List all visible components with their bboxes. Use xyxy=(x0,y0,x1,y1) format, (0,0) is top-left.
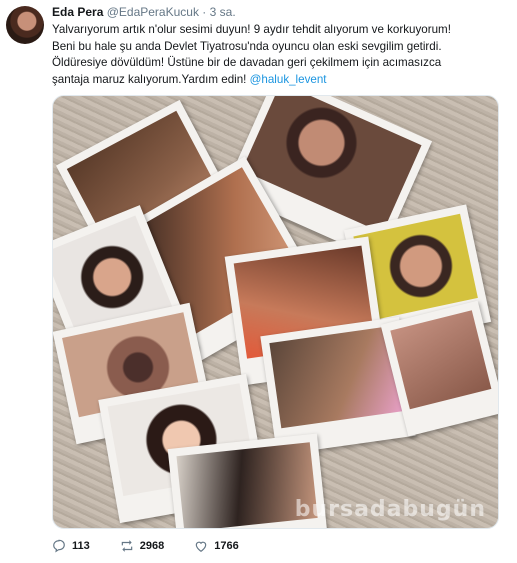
mention-link[interactable]: @haluk_levent xyxy=(250,73,327,86)
photo-image xyxy=(390,310,492,410)
tweet-line: Beni bu hale şu anda Devlet Tiyatrosu'nd… xyxy=(52,39,442,53)
separator-dot: · xyxy=(202,5,207,19)
reply-count: 113 xyxy=(72,540,90,552)
retweet-button[interactable]: 2968 xyxy=(120,539,164,553)
tweet: Eda Pera @EdaPeraKucuk · 3 sa. Yalvarıyo… xyxy=(0,0,517,563)
tweet-line: Yalvarıyorum artık n'olur sesimi duyun! … xyxy=(52,23,451,36)
user-handle[interactable]: @EdaPeraKucuk xyxy=(107,5,199,19)
tweet-header: Eda Pera @EdaPeraKucuk · 3 sa. xyxy=(52,5,236,19)
retweet-count: 2968 xyxy=(139,540,165,552)
retweet-icon xyxy=(121,540,132,552)
like-button[interactable]: 1766 xyxy=(194,539,239,553)
tweet-line: Öldüresiye dövüldüm! Üstüne bir de davad… xyxy=(52,56,442,69)
reply-icon xyxy=(53,539,65,553)
avatar[interactable] xyxy=(6,6,44,44)
tweet-photo[interactable]: bursadabugün xyxy=(52,95,499,529)
tweet-actions: 113 2968 1766 xyxy=(52,539,269,553)
reply-button[interactable]: 113 xyxy=(52,539,90,553)
timestamp[interactable]: 3 sa. xyxy=(210,5,236,19)
tweet-line-text: şantaja maruz kalıyorum.Yardım edin! xyxy=(52,72,247,86)
like-count: 1766 xyxy=(214,540,239,552)
tweet-text: Yalvarıyorum artık n'olur sesimi duyun! … xyxy=(52,22,502,88)
watermark-text: bursadabugün xyxy=(294,497,486,522)
heart-icon xyxy=(195,541,207,552)
display-name[interactable]: Eda Pera xyxy=(52,5,103,19)
tweet-line: şantaja maruz kalıyorum.Yardım edin! @ha… xyxy=(52,72,502,89)
